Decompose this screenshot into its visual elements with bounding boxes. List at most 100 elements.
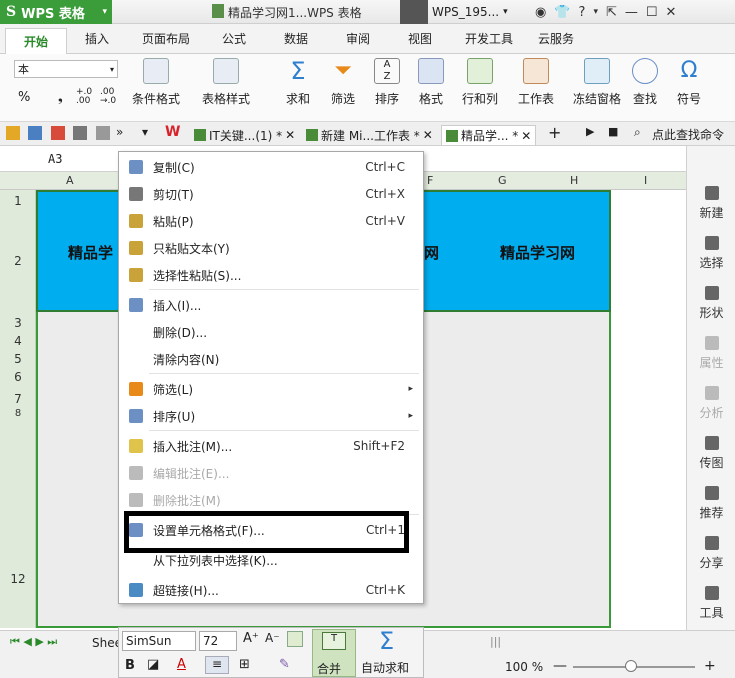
menu-item-insert[interactable]: 插入(I)... [119, 292, 423, 318]
format-button[interactable]: 格式 [418, 58, 444, 107]
table-style-button[interactable]: 表格样式 [202, 58, 250, 107]
chevron-down-icon[interactable]: ▾ [593, 7, 598, 17]
sort-button[interactable]: AZ 排序 [374, 58, 400, 107]
row-header-12[interactable]: 12 [0, 572, 36, 586]
shirt-icon[interactable]: 👕 [554, 5, 570, 20]
zoom-slider-handle[interactable] [625, 660, 637, 672]
worksheet-button[interactable]: 工作表 [518, 58, 554, 107]
close-icon[interactable]: ✕ [521, 129, 531, 143]
menu-item-clear-contents[interactable]: 清除内容(N) [119, 346, 423, 372]
menu-item-filter[interactable]: 筛选(L) ▸ [119, 376, 423, 402]
row-header-1[interactable]: 1 [0, 194, 36, 208]
zoom-in-button[interactable]: + [704, 658, 716, 674]
font-size-select[interactable]: 72 [199, 631, 237, 651]
help-icon[interactable]: ? [579, 5, 586, 20]
tab-formula[interactable]: 公式 [222, 30, 246, 47]
more-icon[interactable]: » [116, 125, 123, 139]
row-header-6[interactable]: 6 [0, 370, 36, 384]
menu-item-delete[interactable]: 删除(D)... [119, 319, 423, 345]
panel-upload-image[interactable]: 传图 [687, 436, 735, 471]
chevron-down-icon[interactable]: ▾ [503, 7, 508, 17]
maximize-button[interactable]: ☐ [646, 5, 658, 20]
tab-home[interactable]: 开始 [5, 28, 67, 54]
grow-font-icon[interactable]: A⁺ [243, 631, 259, 646]
autosum-button[interactable]: Σ 自动求和 [359, 627, 421, 677]
row-header-7[interactable]: 7 [0, 392, 36, 406]
minimize-button[interactable]: — [625, 5, 638, 20]
avatar[interactable] [400, 0, 428, 24]
tab-review[interactable]: 审阅 [346, 30, 370, 47]
pdf-icon[interactable] [51, 126, 65, 140]
chevron-down-icon[interactable]: ▾ [142, 125, 148, 139]
print-preview-icon[interactable] [96, 126, 110, 140]
menu-item-insert-comment[interactable]: 插入批注(M)... Shift+F2 [119, 433, 423, 459]
column-header-a[interactable]: A [66, 174, 74, 187]
close-icon[interactable]: ✕ [285, 128, 295, 142]
tab-data[interactable]: 数据 [284, 30, 308, 47]
tab-view[interactable]: 视图 [408, 30, 432, 47]
fill-color-icon[interactable]: ◪ [147, 657, 159, 672]
freeze-panes-button[interactable]: 冻结窗格 [573, 58, 621, 107]
bold-button[interactable]: B [125, 658, 135, 673]
merge-button[interactable]: T 合并 [312, 629, 356, 677]
save-icon[interactable] [28, 126, 42, 140]
sum-button[interactable]: Σ 求和 [285, 58, 311, 107]
sheet-nav-icons[interactable]: ⏮ ◀ ▶ ⏭ [10, 635, 57, 649]
increase-decimal-icon[interactable]: +.0.00 [76, 88, 92, 106]
close-icon[interactable]: ✕ [423, 128, 433, 142]
panel-analyze[interactable]: 分析 [687, 386, 735, 421]
skin-icon[interactable]: ◉ [535, 5, 546, 20]
doc-tab-2[interactable]: 新建 Mi...工作表 * ✕ [302, 125, 437, 145]
column-header-h[interactable]: H [570, 174, 578, 187]
number-format-select[interactable]: 本 ▾ [14, 60, 118, 78]
menu-item-copy[interactable]: 复制(C) Ctrl+C [119, 154, 423, 180]
panel-recommend[interactable]: 推荐 [687, 486, 735, 521]
row-header-4[interactable]: 4 [0, 334, 36, 348]
panel-shape[interactable]: 形状 [687, 286, 735, 321]
panel-share[interactable]: 分享 [687, 536, 735, 571]
symbol-button[interactable]: Ω 符号 [676, 58, 702, 107]
tab-developer[interactable]: 开发工具 [465, 30, 513, 47]
find-command-input[interactable]: 点此查找命令 [652, 126, 724, 143]
column-header-g[interactable]: G [498, 174, 507, 187]
user-area[interactable]: WPS_195... ▾ [400, 0, 530, 24]
row-header-8[interactable]: 8 [0, 408, 36, 419]
print-icon[interactable] [73, 126, 87, 140]
align-center-icon[interactable]: ≡ [205, 656, 229, 674]
wrap-icon[interactable] [287, 631, 303, 647]
font-name-select[interactable]: SimSun [122, 631, 196, 651]
name-box[interactable]: A3 [48, 152, 62, 166]
border-icon[interactable]: ⊞ [239, 657, 250, 672]
format-painter-icon[interactable]: ✎ [279, 657, 290, 672]
close-button[interactable]: ✕ [666, 5, 677, 20]
menu-item-edit-comment[interactable]: 编辑批注(E)... [119, 460, 423, 486]
tab-cloud[interactable]: 云服务 [538, 30, 574, 47]
menu-item-cut[interactable]: 剪切(T) Ctrl+X [119, 181, 423, 207]
rows-columns-button[interactable]: 行和列 [462, 58, 498, 107]
menu-item-hyperlink[interactable]: 超链接(H)... Ctrl+K [119, 577, 423, 603]
doc-tab-1[interactable]: IT关键...(1) * ✕ [190, 125, 299, 145]
tab-insert[interactable]: 插入 [85, 30, 109, 47]
thousands-icon[interactable]: ❟ [58, 90, 63, 105]
menu-item-sort[interactable]: 排序(U) ▸ [119, 403, 423, 429]
restore-ribbon-icon[interactable]: ⇱ [606, 5, 617, 20]
row-header-2[interactable]: 2 [0, 254, 36, 268]
row-header-5[interactable]: 5 [0, 352, 36, 366]
font-color-icon[interactable]: A [177, 657, 186, 672]
percent-button[interactable]: % [18, 90, 30, 105]
shrink-font-icon[interactable]: A⁻ [265, 631, 280, 645]
decrease-decimal-icon[interactable]: .00 →.0 [100, 88, 116, 106]
app-menu-button[interactable]: S WPS 表格 ▾ [0, 0, 112, 24]
row-header-3[interactable]: 3 [0, 316, 36, 330]
doc-tab-3[interactable]: 精品学... * ✕ [441, 125, 537, 145]
column-header-f[interactable]: F [427, 174, 433, 187]
new-tab-icon[interactable]: + [548, 123, 561, 142]
menu-item-paste-text[interactable]: 只粘贴文本(Y) [119, 235, 423, 261]
conditional-format-button[interactable]: 条件格式 [132, 58, 180, 107]
scrollbar-grip-icon[interactable]: ||| [490, 635, 501, 648]
search-icon[interactable]: ⌕ [634, 125, 641, 140]
play-icon[interactable]: ▶ [586, 125, 594, 138]
menu-item-delete-comment[interactable]: 删除批注(M) [119, 487, 423, 513]
filter-button[interactable]: ⏷ 筛选 [330, 58, 356, 107]
stop-icon[interactable]: ■ [608, 125, 618, 138]
